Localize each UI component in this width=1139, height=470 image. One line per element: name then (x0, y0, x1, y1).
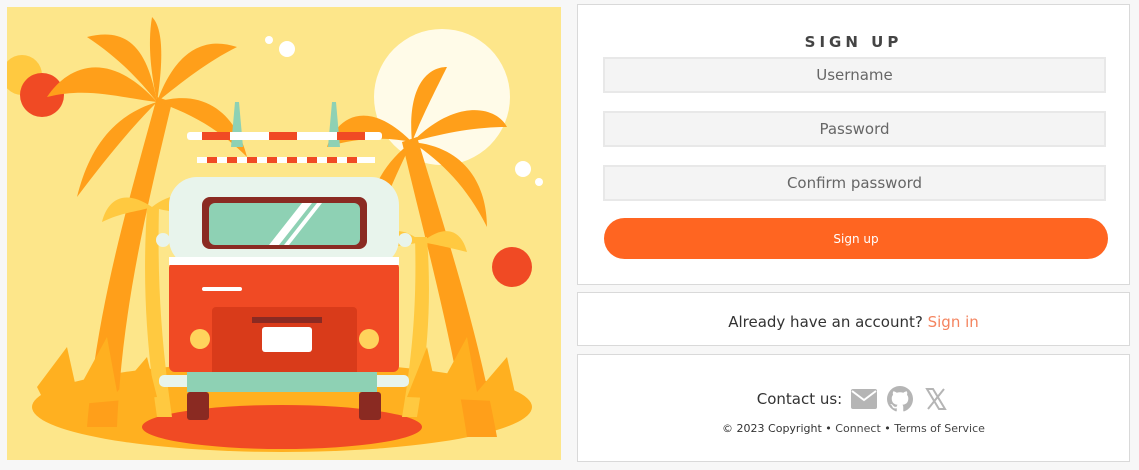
copyright-text: © 2023 Copyright (722, 422, 822, 435)
contact-card: Contact us: © 2023 Copyright • Connect •… (577, 354, 1130, 462)
username-input[interactable] (603, 57, 1106, 93)
signin-card: Already have an account? Sign in (577, 292, 1130, 346)
password-input[interactable] (603, 111, 1106, 147)
x-icon[interactable] (922, 385, 950, 413)
signup-card: SIGN UP Sign up (577, 4, 1130, 285)
sign-in-link[interactable]: Sign in (928, 313, 979, 331)
confirm-password-input[interactable] (603, 165, 1106, 201)
brand-link[interactable]: Connect (835, 422, 880, 435)
signin-prompt: Already have an account? (728, 313, 923, 331)
separator: • (825, 422, 832, 435)
mail-icon[interactable] (850, 385, 878, 413)
sign-up-button[interactable]: Sign up (604, 218, 1108, 259)
signup-title: SIGN UP (804, 33, 903, 51)
signin-row: Already have an account? Sign in (578, 313, 1129, 331)
contact-row: Contact us: (578, 385, 1129, 413)
terms-link[interactable]: Terms of Service (894, 422, 985, 435)
hero-illustration (7, 7, 561, 460)
separator: • (884, 422, 891, 435)
copyright-row: © 2023 Copyright • Connect • Terms of Se… (578, 422, 1129, 435)
github-icon[interactable] (886, 385, 914, 413)
contact-label: Contact us: (756, 390, 843, 408)
van-illustration (7, 7, 561, 460)
